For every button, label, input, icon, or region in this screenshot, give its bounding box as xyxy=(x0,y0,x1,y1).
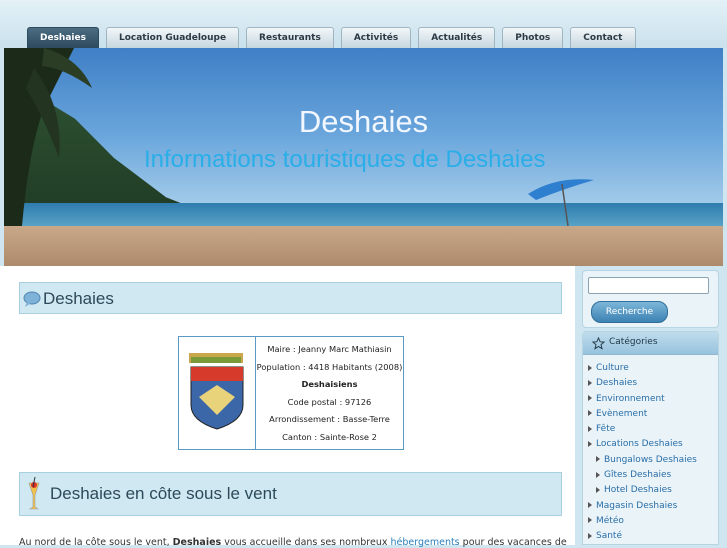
arrow-right-icon xyxy=(588,379,592,386)
section-title: Deshaies en côte sous le vent xyxy=(50,484,277,503)
search-input[interactable] xyxy=(588,277,709,294)
nav-item-restaurants[interactable]: Restaurants xyxy=(246,27,334,48)
category-item-deshaies[interactable]: Deshaies xyxy=(583,376,718,391)
infobox-canton: Canton : Sainte-Rose 2 xyxy=(282,431,377,442)
beach-umbrella-image xyxy=(528,179,594,226)
paragraph-text-3: pour des vacances de xyxy=(459,537,567,548)
category-label: Gîtes Deshaies xyxy=(604,470,672,481)
category-item-gites-deshaies[interactable]: Gîtes Deshaies xyxy=(583,468,718,483)
cocktail-icon xyxy=(28,477,40,510)
category-item-meteo[interactable]: Météo xyxy=(583,514,718,529)
category-label: Magasin Deshaies xyxy=(596,500,678,511)
nav-item-activites[interactable]: Activités xyxy=(340,27,412,48)
paragraph-bold: Deshaies xyxy=(172,537,222,548)
category-item-bungalows-deshaies[interactable]: Bungalows Deshaies xyxy=(583,453,718,468)
arrow-right-icon xyxy=(588,410,592,417)
category-item-locations-deshaies[interactable]: Locations Deshaies xyxy=(583,437,718,452)
arrow-right-icon xyxy=(588,517,592,524)
category-item-evenement[interactable]: Evènement xyxy=(583,407,718,422)
nav-item-location-guadeloupe[interactable]: Location Guadeloupe xyxy=(105,27,240,48)
intro-paragraph: Au nord de la côte sous le vent, Deshaie… xyxy=(19,537,567,548)
search-widget: Recherche xyxy=(582,270,719,328)
search-button[interactable]: Recherche xyxy=(591,301,668,323)
paragraph-text-2: vous accueille dans ses nombreux xyxy=(221,537,391,548)
banner-beach xyxy=(4,226,723,266)
header-banner: Deshaies Informations touristiques de De… xyxy=(4,48,723,266)
infobox-rows: Maire : Jeanny Marc Mathiasin Population… xyxy=(256,341,403,447)
arrow-right-icon xyxy=(588,532,592,539)
speech-bubble-icon xyxy=(23,291,41,307)
top-bar: Deshaies Location Guadeloupe Restaurants… xyxy=(0,0,727,48)
nav-item-contact[interactable]: Contact xyxy=(570,27,636,48)
paragraph-text-1: Au nord de la côte sous le vent, xyxy=(19,537,173,548)
arrow-right-icon xyxy=(588,440,592,447)
category-item-environnement[interactable]: Environnement xyxy=(583,392,718,407)
infobox-postal-code: Code postal : 97126 xyxy=(287,396,372,407)
section-heading-box: Deshaies en côte sous le vent xyxy=(19,472,562,516)
category-label: Météo xyxy=(596,515,624,526)
arrow-right-icon xyxy=(588,502,592,509)
nav-item-photos[interactable]: Photos xyxy=(502,27,564,48)
hebergements-link[interactable]: hébergements xyxy=(390,537,459,548)
categories-title: Catégories xyxy=(609,337,658,347)
coat-of-arms-icon xyxy=(189,337,256,449)
infobox-demonym: Deshaisiens xyxy=(301,379,358,390)
categories-widget: Catégories Culture Deshaies Environnemen… xyxy=(582,331,719,545)
category-label: Fête xyxy=(596,424,616,435)
category-label: Santé xyxy=(596,531,622,542)
categories-header: Catégories xyxy=(583,332,718,355)
infobox-mayor: Maire : Jeanny Marc Mathiasin xyxy=(267,344,392,354)
page-heading-box: Deshaies xyxy=(19,282,562,314)
nav-item-deshaies[interactable]: Deshaies xyxy=(27,27,99,48)
site-title: Deshaies xyxy=(298,104,429,139)
main-nav: Deshaies Location Guadeloupe Restaurants… xyxy=(27,27,643,48)
nav-item-actualites[interactable]: Actualités xyxy=(418,27,496,48)
category-item-fete[interactable]: Fête xyxy=(583,422,718,437)
site-subtitle: Informations touristiques de Deshaies xyxy=(144,146,546,173)
main-content: Deshaies Maire : Jeanny Marc Mathiasin P… xyxy=(0,266,575,548)
category-item-hotel-deshaies[interactable]: Hotel Deshaies xyxy=(583,483,718,498)
category-item-culture[interactable]: Culture xyxy=(583,361,718,376)
infobox-population: Population : 4418 Habitants (2008) xyxy=(256,361,403,372)
category-label: Deshaies xyxy=(596,378,638,389)
arrow-right-icon xyxy=(588,364,592,371)
arrow-right-icon xyxy=(588,395,592,402)
categories-list: Culture Deshaies Environnement Evènement… xyxy=(583,361,718,544)
category-label: Environnement xyxy=(596,393,665,404)
category-label: Bungalows Deshaies xyxy=(604,454,697,465)
category-label: Hotel Deshaies xyxy=(604,485,672,496)
commune-infobox: Maire : Jeanny Marc Mathiasin Population… xyxy=(178,336,404,450)
arrow-right-icon xyxy=(596,456,600,463)
arrow-right-icon xyxy=(596,471,600,478)
category-item-magasin-deshaies[interactable]: Magasin Deshaies xyxy=(583,499,718,514)
arrow-right-icon xyxy=(588,425,592,432)
category-item-sante[interactable]: Santé xyxy=(583,529,718,544)
category-label: Evènement xyxy=(596,408,648,419)
arrow-right-icon xyxy=(596,486,600,493)
page-title: Deshaies xyxy=(43,289,114,308)
category-label: Culture xyxy=(596,363,629,373)
category-label: Locations Deshaies xyxy=(596,439,683,450)
sidebar: Recherche Catégories Culture Deshaies En… xyxy=(575,266,727,545)
infobox-arrondissement: Arrondissement : Basse-Terre xyxy=(269,414,390,425)
star-icon xyxy=(592,337,605,350)
